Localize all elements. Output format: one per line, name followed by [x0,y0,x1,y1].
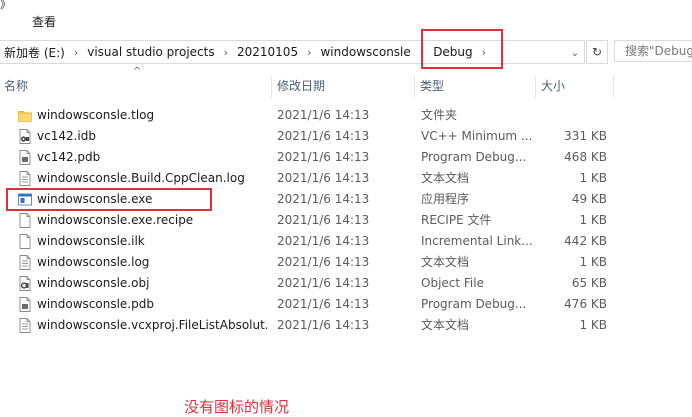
file-date: 2021/1/6 14:13 [277,192,370,206]
column-headers: 名称 修改日期 类型 大小 [0,72,692,100]
file-date: 2021/1/6 14:13 [277,108,370,122]
file-size: 49 KB [571,192,607,206]
file-type: RECIPE 文件 [421,213,492,227]
file-size: 65 KB [571,276,607,290]
text-file-icon [18,171,32,186]
breadcrumb-date-folder[interactable]: 20210105 [237,45,298,59]
file-size: 1 KB [579,171,607,185]
file-row[interactable]: vc142.pdb 2021/1/6 14:13 Program Debug... 4… [0,147,692,168]
file-name[interactable]: vc142.idb [37,126,267,147]
file-name[interactable]: windowsconsle.Build.CppClean.log [37,168,267,189]
file-name[interactable]: windowsconsle.pdb [37,294,267,315]
file-date: 2021/1/6 14:13 [277,234,370,248]
blank-file-icon [18,234,32,249]
file-size: 1 KB [579,255,607,269]
refresh-icon: ↻ [591,45,603,59]
ribbon-top-mark: 》 [0,0,11,11]
column-header-name[interactable]: 名称 [0,72,272,100]
file-date: 2021/1/6 14:13 [277,150,370,164]
breadcrumb-separator-icon[interactable]: › [307,46,311,59]
file-type: Program Debug... [421,150,527,164]
blank-file-icon [18,213,32,228]
address-row: 新加卷 (E:) › visual studio projects › 2021… [0,38,692,66]
file-size: 1 KB [579,213,607,227]
file-date: 2021/1/6 14:13 [277,213,370,227]
file-row[interactable]: windowsconsle.ilk 2021/1/6 14:13 Increment… [0,231,692,252]
column-divider[interactable] [271,76,272,98]
idb-file-icon [18,129,32,144]
chevron-down-icon[interactable]: ⌄ [566,43,584,63]
column-header-type[interactable]: 类型 [416,72,538,100]
file-size: 331 KB [564,129,607,143]
obj-file-icon [18,276,32,291]
file-list: windowsconsle.tlog 2021/1/6 14:13 文件夹 vc142… [0,105,692,336]
folder-icon [18,108,32,123]
breadcrumb-projects[interactable]: visual studio projects [87,45,214,59]
file-type: 应用程序 [421,192,470,206]
text-file-icon [18,318,32,333]
breadcrumb-windowsconsle[interactable]: windowsconsle [320,45,410,59]
file-name[interactable]: windowsconsle.tlog [37,105,267,126]
file-row[interactable]: windowsconsle.obj 2021/1/6 14:13 Object Fi… [0,273,692,294]
breadcrumb-separator-icon[interactable]: › [74,46,78,59]
file-name[interactable]: windowsconsle.ilk [37,231,267,252]
file-type: 文件夹 [421,108,458,122]
file-name[interactable]: windowsconsle.obj [37,273,267,294]
file-type: Incremental Link... [421,234,533,248]
file-size: 442 KB [564,234,607,248]
file-name[interactable]: vc142.pdb [37,147,267,168]
exe-highlight-box [6,188,212,211]
file-row[interactable]: windowsconsle.vcxproj.FileListAbsolut...… [0,315,692,336]
column-header-size[interactable]: 大小 [537,72,617,100]
file-date: 2021/1/6 14:13 [277,318,370,332]
ribbon: 》 查看 [0,0,692,36]
file-row[interactable]: windowsconsle.exe.recipe 2021/1/6 14:13 RE… [0,210,692,231]
file-size: 1 KB [579,318,607,332]
file-date: 2021/1/6 14:13 [277,297,370,311]
file-row[interactable]: windowsconsle.log 2021/1/6 14:13 文本文档 1 KB [0,252,692,273]
file-date: 2021/1/6 14:13 [277,255,370,269]
refresh-button[interactable]: ↻ [586,40,608,64]
column-header-date[interactable]: 修改日期 [273,72,417,100]
file-row[interactable]: windowsconsle.Build.CppClean.log 2021/1/6… [0,168,692,189]
column-divider[interactable] [414,76,415,98]
column-divider[interactable] [535,76,536,98]
text-file-icon [18,255,32,270]
debug-highlight-box [421,29,503,69]
pdb-file-icon [18,150,32,165]
file-name[interactable]: windowsconsle.log [37,252,267,273]
breadcrumb-drive[interactable]: 新加卷 (E:) [4,44,65,61]
file-date: 2021/1/6 14:13 [277,276,370,290]
breadcrumb-separator-icon[interactable]: › [224,46,228,59]
file-name[interactable]: windowsconsle.exe.recipe [37,210,267,231]
column-divider[interactable] [613,76,614,98]
search-input[interactable]: 搜索"Debug" [614,40,692,62]
file-size: 476 KB [564,297,607,311]
file-type: 文本文档 [421,255,470,269]
tab-view[interactable]: 查看 [32,13,56,30]
file-type: VC++ Minimum ... [421,129,533,143]
file-date: 2021/1/6 14:13 [277,129,370,143]
annotation-caption: 没有图标的情况 [184,398,290,416]
file-size: 468 KB [564,150,607,164]
file-type: Program Debug... [421,297,527,311]
file-row[interactable]: windowsconsle.pdb 2021/1/6 14:13 Program D… [0,294,692,315]
file-type: 文本文档 [421,171,470,185]
file-row[interactable]: vc142.idb 2021/1/6 14:13 VC++ Minimum ... 3… [0,126,692,147]
file-type: Object File [421,276,484,290]
file-type: 文本文档 [421,318,470,332]
pdb-file-icon [18,297,32,312]
file-name[interactable]: windowsconsle.vcxproj.FileListAbsolut... [37,315,267,336]
file-row[interactable]: windowsconsle.tlog 2021/1/6 14:13 文件夹 [0,105,692,126]
file-date: 2021/1/6 14:13 [277,171,370,185]
